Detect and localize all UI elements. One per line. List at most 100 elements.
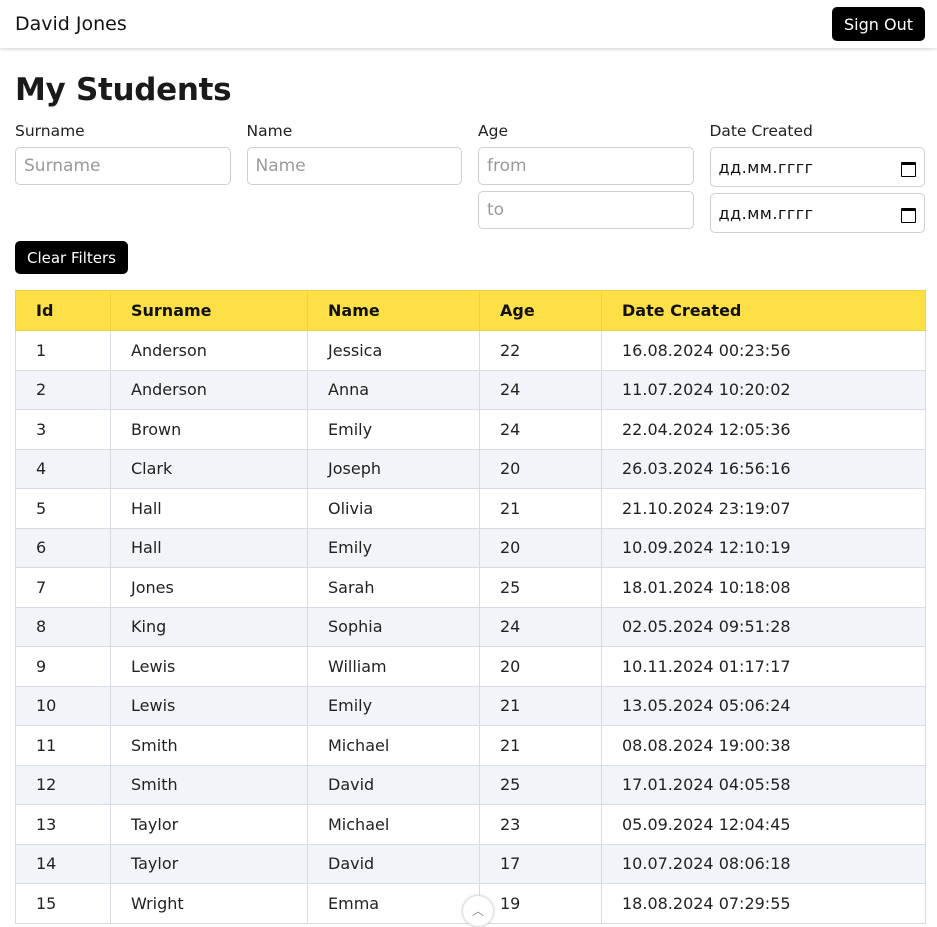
clear-filters-button[interactable]: Clear Filters bbox=[15, 241, 128, 274]
date-from-value: дд.мм.гггг bbox=[718, 157, 814, 177]
cell-surname: Anderson bbox=[110, 330, 308, 371]
cell-id: 2 bbox=[15, 369, 111, 410]
cell-id: 5 bbox=[15, 488, 111, 529]
cell-age: 23 bbox=[479, 804, 602, 845]
cell-surname: Jones bbox=[110, 567, 308, 608]
cell-date-created: 05.09.2024 12:04:45 bbox=[601, 804, 926, 845]
cell-surname: Taylor bbox=[110, 804, 308, 845]
cell-name: Jessica bbox=[307, 330, 480, 371]
user-name: David Jones bbox=[15, 13, 127, 35]
cell-age: 20 bbox=[479, 646, 602, 687]
cell-age: 22 bbox=[479, 330, 602, 371]
cell-date-created: 13.05.2024 05:06:24 bbox=[601, 685, 926, 726]
age-filter: Age bbox=[478, 122, 694, 239]
column-header-age[interactable]: Age bbox=[479, 290, 602, 331]
filters-panel: Surname Name Age Date Created дд.мм.гггг… bbox=[15, 122, 925, 239]
table-row[interactable]: 12 Smith David 25 17.01.2024 04:05:58 bbox=[15, 764, 926, 805]
column-header-name[interactable]: Name bbox=[307, 290, 480, 331]
column-header-id[interactable]: Id bbox=[15, 290, 111, 331]
cell-id: 14 bbox=[15, 843, 111, 884]
age-from-input[interactable] bbox=[478, 147, 694, 185]
table-row[interactable]: 7 Jones Sarah 25 18.01.2024 10:18:08 bbox=[15, 567, 926, 608]
cell-id: 11 bbox=[15, 725, 111, 766]
cell-name: Anna bbox=[307, 369, 480, 410]
table-row[interactable]: 14 Taylor David 17 10.07.2024 08:06:18 bbox=[15, 843, 926, 884]
cell-date-created: 18.08.2024 07:29:55 bbox=[601, 883, 926, 924]
date-to-input[interactable]: дд.мм.гггг bbox=[709, 193, 925, 233]
cell-date-created: 11.07.2024 10:20:02 bbox=[601, 369, 926, 410]
column-header-date-created[interactable]: Date Created bbox=[601, 290, 926, 331]
cell-name: Sarah bbox=[307, 567, 480, 608]
name-filter: Name bbox=[246, 122, 462, 239]
cell-id: 13 bbox=[15, 804, 111, 845]
calendar-icon[interactable] bbox=[901, 206, 916, 223]
name-filter-label: Name bbox=[246, 122, 293, 140]
cell-name: Emily bbox=[307, 685, 480, 726]
cell-date-created: 21.10.2024 23:19:07 bbox=[601, 488, 926, 529]
students-table: Id Surname Name Age Date Created 1 Anders… bbox=[15, 290, 926, 924]
table-row[interactable]: 10 Lewis Emily 21 13.05.2024 05:06:24 bbox=[15, 685, 926, 726]
cell-name: Sophia bbox=[307, 606, 480, 647]
cell-age: 25 bbox=[479, 764, 602, 805]
table-row[interactable]: 3 Brown Emily 24 22.04.2024 12:05:36 bbox=[15, 409, 926, 450]
cell-name: Joseph bbox=[307, 448, 480, 489]
cell-surname: Smith bbox=[110, 764, 308, 805]
cell-age: 21 bbox=[479, 685, 602, 726]
table-row[interactable]: 6 Hall Emily 20 10.09.2024 12:10:19 bbox=[15, 527, 926, 568]
age-to-input[interactable] bbox=[478, 191, 694, 229]
column-header-surname[interactable]: Surname bbox=[110, 290, 308, 331]
chevron-up-icon: ︿ bbox=[471, 904, 484, 918]
cell-id: 1 bbox=[15, 330, 111, 371]
cell-age: 21 bbox=[479, 725, 602, 766]
table-row[interactable]: 13 Taylor Michael 23 05.09.2024 12:04:45 bbox=[15, 804, 926, 845]
cell-age: 24 bbox=[479, 606, 602, 647]
cell-surname: Taylor bbox=[110, 843, 308, 884]
cell-surname: Lewis bbox=[110, 646, 308, 687]
cell-date-created: 17.01.2024 04:05:58 bbox=[601, 764, 926, 805]
table-row[interactable]: 8 King Sophia 24 02.05.2024 09:51:28 bbox=[15, 606, 926, 647]
cell-surname: Hall bbox=[110, 527, 308, 568]
cell-id: 6 bbox=[15, 527, 111, 568]
cell-name: Michael bbox=[307, 804, 480, 845]
table-row[interactable]: 9 Lewis William 20 10.11.2024 01:17:17 bbox=[15, 646, 926, 687]
age-filter-label: Age bbox=[478, 122, 508, 140]
cell-surname: Lewis bbox=[110, 685, 308, 726]
cell-age: 20 bbox=[479, 448, 602, 489]
cell-name: David bbox=[307, 843, 480, 884]
cell-age: 25 bbox=[479, 567, 602, 608]
table-row[interactable]: 11 Smith Michael 21 08.08.2024 19:00:38 bbox=[15, 725, 926, 766]
table-row[interactable]: 4 Clark Joseph 20 26.03.2024 16:56:16 bbox=[15, 448, 926, 489]
calendar-icon[interactable] bbox=[901, 160, 916, 177]
table-row[interactable]: 2 Anderson Anna 24 11.07.2024 10:20:02 bbox=[15, 369, 926, 410]
cell-surname: King bbox=[110, 606, 308, 647]
scroll-top-button[interactable]: ︿ bbox=[462, 895, 494, 927]
date-created-filter: Date Created дд.мм.гггг дд.мм.гггг bbox=[709, 122, 925, 239]
date-from-input[interactable]: дд.мм.гггг bbox=[709, 147, 925, 187]
cell-name: Emily bbox=[307, 409, 480, 450]
name-input[interactable] bbox=[246, 147, 462, 185]
table-row[interactable]: 5 Hall Olivia 21 21.10.2024 23:19:07 bbox=[15, 488, 926, 529]
cell-age: 21 bbox=[479, 488, 602, 529]
cell-name: David bbox=[307, 764, 480, 805]
cell-id: 10 bbox=[15, 685, 111, 726]
cell-date-created: 18.01.2024 10:18:08 bbox=[601, 567, 926, 608]
cell-date-created: 08.08.2024 19:00:38 bbox=[601, 725, 926, 766]
cell-date-created: 26.03.2024 16:56:16 bbox=[601, 448, 926, 489]
surname-input[interactable] bbox=[15, 147, 231, 185]
cell-name: Emma bbox=[307, 883, 480, 924]
top-bar: David Jones Sign Out bbox=[0, 0, 937, 48]
table-row[interactable]: 1 Anderson Jessica 22 16.08.2024 00:23:56 bbox=[15, 330, 926, 371]
cell-age: 24 bbox=[479, 369, 602, 410]
sign-out-button[interactable]: Sign Out bbox=[832, 7, 925, 41]
cell-surname: Hall bbox=[110, 488, 308, 529]
cell-age: 17 bbox=[479, 843, 602, 884]
table-header-row: Id Surname Name Age Date Created bbox=[15, 290, 926, 331]
cell-surname: Smith bbox=[110, 725, 308, 766]
cell-surname: Clark bbox=[110, 448, 308, 489]
cell-age: 19 bbox=[479, 883, 602, 924]
cell-id: 3 bbox=[15, 409, 111, 450]
date-to-value: дд.мм.гггг bbox=[718, 203, 814, 223]
cell-id: 9 bbox=[15, 646, 111, 687]
page-title: My Students bbox=[15, 72, 232, 108]
cell-date-created: 10.07.2024 08:06:18 bbox=[601, 843, 926, 884]
